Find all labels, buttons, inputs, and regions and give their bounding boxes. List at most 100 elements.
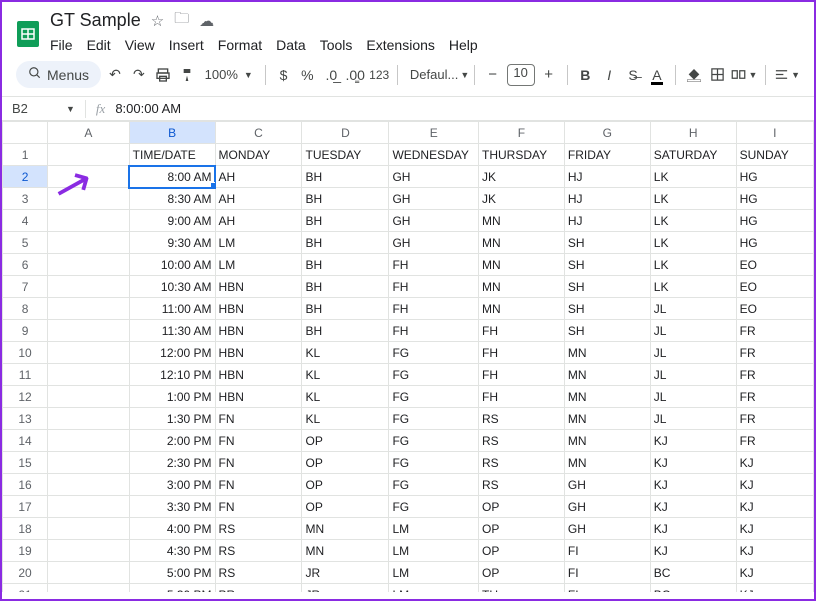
cell-F4[interactable]: MN <box>479 210 565 232</box>
cell-F17[interactable]: OP <box>479 496 565 518</box>
cell-I1[interactable]: SUNDAY <box>736 144 813 166</box>
row-header-14[interactable]: 14 <box>3 430 48 452</box>
cell-F9[interactable]: FH <box>479 320 565 342</box>
row-header-8[interactable]: 8 <box>3 298 48 320</box>
cell-G21[interactable]: FI <box>564 584 650 593</box>
strikethrough-button[interactable]: S̶ <box>623 62 643 88</box>
row-header-4[interactable]: 4 <box>3 210 48 232</box>
cell-E19[interactable]: LM <box>389 540 479 562</box>
undo-button[interactable]: ↶ <box>105 62 125 88</box>
cell-E8[interactable]: FH <box>389 298 479 320</box>
cell-I15[interactable]: KJ <box>736 452 813 474</box>
font-size-input[interactable]: 10 <box>507 64 535 86</box>
row-header-17[interactable]: 17 <box>3 496 48 518</box>
cell-H8[interactable]: JL <box>650 298 736 320</box>
cell-A14[interactable] <box>48 430 130 452</box>
row-header-7[interactable]: 7 <box>3 276 48 298</box>
menu-tools[interactable]: Tools <box>320 37 353 53</box>
cell-I19[interactable]: KJ <box>736 540 813 562</box>
cell-E20[interactable]: LM <box>389 562 479 584</box>
cell-B21[interactable]: 5:30 PM <box>129 584 215 593</box>
menu-view[interactable]: View <box>125 37 155 53</box>
col-header-A[interactable]: A <box>48 122 130 144</box>
cell-G11[interactable]: MN <box>564 364 650 386</box>
cell-I12[interactable]: FR <box>736 386 813 408</box>
cell-D3[interactable]: BH <box>302 188 389 210</box>
row-header-12[interactable]: 12 <box>3 386 48 408</box>
formula-value[interactable]: 8:00:00 AM <box>115 101 181 116</box>
cell-H16[interactable]: KJ <box>650 474 736 496</box>
cell-C16[interactable]: FN <box>215 474 302 496</box>
cell-F14[interactable]: RS <box>479 430 565 452</box>
cell-C14[interactable]: FN <box>215 430 302 452</box>
cell-G10[interactable]: MN <box>564 342 650 364</box>
cell-F1[interactable]: THURSDAY <box>479 144 565 166</box>
decrease-font-button[interactable]: − <box>483 64 503 86</box>
cell-G13[interactable]: MN <box>564 408 650 430</box>
cell-E2[interactable]: GH <box>389 166 479 188</box>
cloud-status-icon[interactable]: ☁ <box>199 12 214 30</box>
cell-I9[interactable]: FR <box>736 320 813 342</box>
menu-insert[interactable]: Insert <box>169 37 204 53</box>
cell-C8[interactable]: HBN <box>215 298 302 320</box>
star-icon[interactable]: ☆ <box>151 12 164 30</box>
cell-B3[interactable]: 8:30 AM <box>129 188 215 210</box>
cell-G17[interactable]: GH <box>564 496 650 518</box>
row-header-10[interactable]: 10 <box>3 342 48 364</box>
col-header-E[interactable]: E <box>389 122 479 144</box>
menu-extensions[interactable]: Extensions <box>366 37 434 53</box>
cell-B10[interactable]: 12:00 PM <box>129 342 215 364</box>
cell-C7[interactable]: HBN <box>215 276 302 298</box>
cell-A12[interactable] <box>48 386 130 408</box>
cell-D15[interactable]: OP <box>302 452 389 474</box>
cell-B8[interactable]: 11:00 AM <box>129 298 215 320</box>
cell-H19[interactable]: KJ <box>650 540 736 562</box>
corner-cell[interactable] <box>3 122 48 144</box>
cell-A3[interactable] <box>48 188 130 210</box>
col-header-G[interactable]: G <box>564 122 650 144</box>
cell-G12[interactable]: MN <box>564 386 650 408</box>
cell-A11[interactable] <box>48 364 130 386</box>
merge-button[interactable]: ▼ <box>731 62 757 88</box>
cell-E14[interactable]: FG <box>389 430 479 452</box>
cell-A16[interactable] <box>48 474 130 496</box>
cell-C10[interactable]: HBN <box>215 342 302 364</box>
cell-F7[interactable]: MN <box>479 276 565 298</box>
cell-G18[interactable]: GH <box>564 518 650 540</box>
cell-H14[interactable]: KJ <box>650 430 736 452</box>
cell-I5[interactable]: HG <box>736 232 813 254</box>
row-header-15[interactable]: 15 <box>3 452 48 474</box>
cell-A7[interactable] <box>48 276 130 298</box>
menu-data[interactable]: Data <box>276 37 306 53</box>
cell-C2[interactable]: AH <box>215 166 302 188</box>
cell-I18[interactable]: KJ <box>736 518 813 540</box>
cell-F8[interactable]: MN <box>479 298 565 320</box>
cell-C15[interactable]: FN <box>215 452 302 474</box>
cell-A13[interactable] <box>48 408 130 430</box>
increase-font-button[interactable]: + <box>539 64 559 86</box>
col-header-C[interactable]: C <box>215 122 302 144</box>
cell-C18[interactable]: RS <box>215 518 302 540</box>
cell-E18[interactable]: LM <box>389 518 479 540</box>
cell-A21[interactable] <box>48 584 130 593</box>
cell-I8[interactable]: EO <box>736 298 813 320</box>
cell-B7[interactable]: 10:30 AM <box>129 276 215 298</box>
increase-decimal-button[interactable]: .0̳0 <box>345 62 365 88</box>
cell-A8[interactable] <box>48 298 130 320</box>
cell-E5[interactable]: GH <box>389 232 479 254</box>
cell-E10[interactable]: FG <box>389 342 479 364</box>
cell-I3[interactable]: HG <box>736 188 813 210</box>
cell-A9[interactable] <box>48 320 130 342</box>
cell-G4[interactable]: HJ <box>564 210 650 232</box>
cell-I13[interactable]: FR <box>736 408 813 430</box>
cell-A17[interactable] <box>48 496 130 518</box>
cell-C17[interactable]: FN <box>215 496 302 518</box>
cell-F11[interactable]: FH <box>479 364 565 386</box>
cell-D5[interactable]: BH <box>302 232 389 254</box>
menu-help[interactable]: Help <box>449 37 478 53</box>
cell-I7[interactable]: EO <box>736 276 813 298</box>
name-box[interactable]: B2 <box>2 101 56 116</box>
row-header-21[interactable]: 21 <box>3 584 48 593</box>
cell-G7[interactable]: SH <box>564 276 650 298</box>
cell-D14[interactable]: OP <box>302 430 389 452</box>
